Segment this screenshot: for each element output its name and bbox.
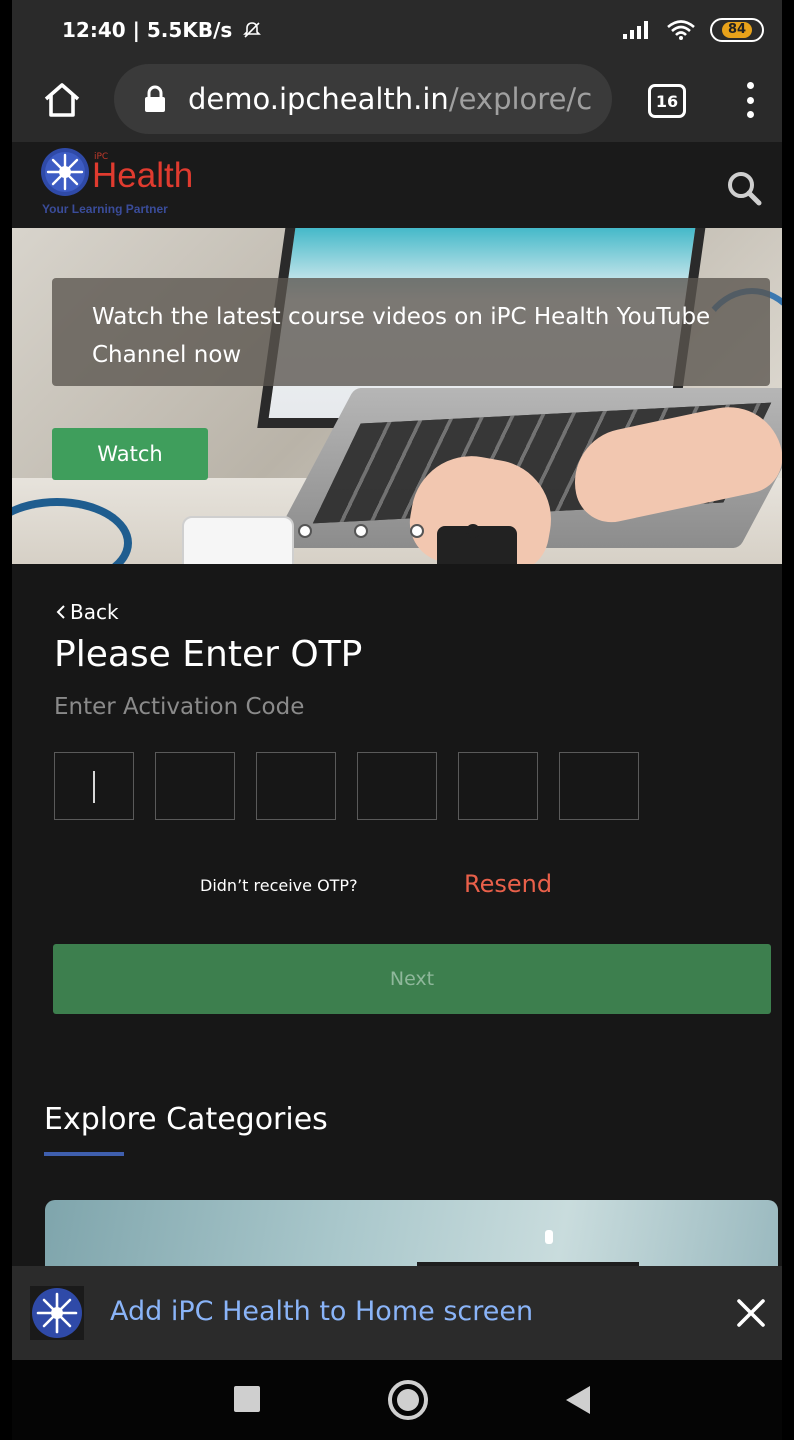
browser-toolbar: demo.ipchealth.in/explore/c 16 <box>12 58 782 142</box>
watch-button[interactable]: Watch <box>52 428 208 480</box>
otp-digit-input-6[interactable] <box>559 752 639 820</box>
brand-name[interactable]: Health <box>92 156 193 196</box>
mute-notifications-icon <box>243 22 262 38</box>
carousel-dot[interactable] <box>354 524 368 538</box>
hero-carousel[interactable]: Watch the latest course videos on iPC He… <box>12 228 782 564</box>
otp-subtitle: Enter Activation Code <box>54 694 305 720</box>
tab-switcher-button[interactable]: 16 <box>648 84 686 118</box>
menu-dot-icon <box>746 111 754 118</box>
add-to-home-banner[interactable]: Add iPC Health to Home screen <box>12 1266 782 1360</box>
address-bar[interactable]: demo.ipchealth.in/explore/c <box>114 64 612 134</box>
explore-title-underline <box>44 1152 124 1156</box>
menu-dot-icon <box>746 82 754 89</box>
browser-menu-button[interactable] <box>740 80 760 120</box>
status-icons: 84 <box>622 18 764 42</box>
add-to-home-text[interactable]: Add iPC Health to Home screen <box>110 1296 533 1327</box>
system-navigation-bar <box>12 1360 782 1440</box>
back-nav-icon[interactable] <box>566 1386 590 1414</box>
otp-title: Please Enter OTP <box>54 634 363 675</box>
battery-level: 84 <box>721 22 753 38</box>
ipc-health-logo-icon[interactable] <box>40 147 90 197</box>
otp-digit-input-3[interactable] <box>256 752 336 820</box>
signal-icon <box>623 21 648 39</box>
category-card-image-light <box>545 1230 553 1244</box>
home-icon <box>44 83 80 117</box>
home-nav-icon[interactable] <box>388 1380 428 1420</box>
otp-digit-input-5[interactable] <box>458 752 538 820</box>
page: 12:40 | 5.5KB/s 84 demo.ipchealth.in /ex… <box>12 0 782 1440</box>
text-cursor <box>93 771 95 803</box>
carousel-dot[interactable] <box>410 524 424 538</box>
lock-icon <box>145 85 165 112</box>
chevron-left-icon <box>56 605 65 619</box>
home-button[interactable] <box>40 78 84 122</box>
carousel-dot-active[interactable] <box>466 524 480 538</box>
home-nav-inner <box>397 1389 419 1411</box>
next-button[interactable]: Next <box>53 944 771 1014</box>
otp-digit-input-2[interactable] <box>155 752 235 820</box>
site-header: iPC Health Your Learning Partner <box>12 142 782 228</box>
search-icon[interactable] <box>724 168 764 208</box>
menu-dot-icon <box>746 96 754 104</box>
status-time-text: 12:40 | 5.5KB/s <box>62 18 233 42</box>
url-path: /explore/c <box>448 82 593 116</box>
status-time: 12:40 | 5.5KB/s <box>62 18 262 42</box>
resend-link[interactable]: Resend <box>464 870 552 898</box>
carousel-dot[interactable] <box>298 524 312 538</box>
otp-input-group <box>54 752 639 820</box>
status-bar: 12:40 | 5.5KB/s 84 <box>12 0 782 58</box>
didnt-receive-text: Didn’t receive OTP? <box>200 876 358 895</box>
otp-digit-input-1[interactable] <box>54 752 134 820</box>
url-host: demo.ipchealth.in <box>188 82 449 116</box>
hero-image-phone <box>182 516 294 564</box>
wifi-icon <box>667 20 695 40</box>
resend-row: Didn’t receive OTP? Resend <box>12 870 782 900</box>
hero-caption: Watch the latest course videos on iPC He… <box>52 278 770 386</box>
recent-apps-icon[interactable] <box>234 1386 260 1412</box>
close-icon[interactable] <box>734 1296 768 1330</box>
back-link[interactable]: Back <box>56 600 119 624</box>
ipc-health-app-icon <box>30 1286 84 1340</box>
explore-categories-title: Explore Categories <box>44 1102 328 1137</box>
brand-tagline: Your Learning Partner <box>42 202 168 216</box>
back-link-label: Back <box>70 600 119 624</box>
carousel-dots <box>298 524 480 538</box>
otp-digit-input-4[interactable] <box>357 752 437 820</box>
battery-icon: 84 <box>710 18 764 42</box>
